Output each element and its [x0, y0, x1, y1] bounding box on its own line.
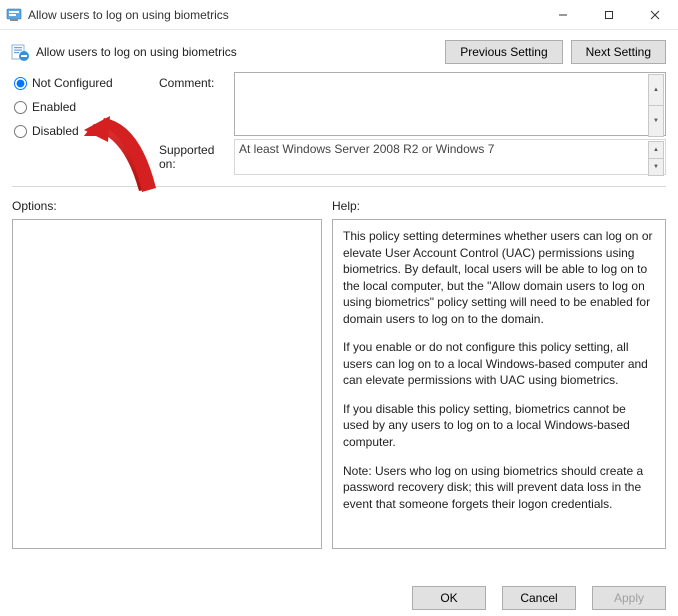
spin-up-icon[interactable]: ▲: [648, 74, 664, 106]
help-paragraph: If you enable or do not configure this p…: [343, 339, 655, 389]
help-paragraph: Note: Users who log on using biometrics …: [343, 463, 655, 513]
window-title: Allow users to log on using biometrics: [28, 8, 540, 22]
options-pane: [12, 219, 322, 549]
spin-down-icon[interactable]: ▼: [648, 159, 664, 176]
previous-setting-button[interactable]: Previous Setting: [445, 40, 562, 64]
options-label: Options:: [12, 199, 322, 213]
radio-disabled-label: Disabled: [32, 124, 79, 138]
radio-disabled[interactable]: Disabled: [14, 124, 159, 138]
spin-down-icon[interactable]: ▼: [648, 106, 664, 137]
minimize-button[interactable]: [540, 0, 586, 30]
policy-icon: [10, 42, 30, 62]
next-setting-button[interactable]: Next Setting: [571, 40, 666, 64]
radio-not-configured-label: Not Configured: [32, 76, 113, 90]
radio-disabled-input[interactable]: [14, 125, 27, 138]
setting-state-radiogroup: Not Configured Enabled Disabled: [14, 72, 159, 178]
dialog-button-bar: OK Cancel Apply: [412, 580, 666, 616]
apply-button[interactable]: Apply: [592, 586, 666, 610]
comment-spinner: ▲ ▼: [648, 74, 664, 137]
help-paragraph: This policy setting determines whether u…: [343, 228, 655, 327]
help-label: Help:: [332, 199, 666, 213]
comment-textarea[interactable]: [234, 72, 666, 136]
window-controls: [540, 0, 678, 30]
close-button[interactable]: [632, 0, 678, 30]
separator: [12, 186, 666, 187]
maximize-button[interactable]: [586, 0, 632, 30]
radio-not-configured[interactable]: Not Configured: [14, 76, 159, 90]
ok-button[interactable]: OK: [412, 586, 486, 610]
spin-up-icon[interactable]: ▲: [648, 141, 664, 159]
title-bar: Allow users to log on using biometrics: [0, 0, 678, 30]
supported-spinner: ▲ ▼: [648, 141, 664, 176]
help-paragraph: If you disable this policy setting, biom…: [343, 401, 655, 451]
help-pane[interactable]: This policy setting determines whether u…: [332, 219, 666, 549]
comment-label: Comment:: [159, 72, 234, 139]
cancel-button[interactable]: Cancel: [502, 586, 576, 610]
radio-not-configured-input[interactable]: [14, 77, 27, 90]
policy-title: Allow users to log on using biometrics: [36, 45, 237, 59]
radio-enabled[interactable]: Enabled: [14, 100, 159, 114]
gpedit-icon: [6, 7, 22, 23]
supported-on-text: [234, 139, 666, 175]
supported-on-label: Supported on:: [159, 139, 234, 178]
policy-header: Allow users to log on using biometrics P…: [0, 30, 678, 70]
radio-enabled-input[interactable]: [14, 101, 27, 114]
radio-enabled-label: Enabled: [32, 100, 76, 114]
